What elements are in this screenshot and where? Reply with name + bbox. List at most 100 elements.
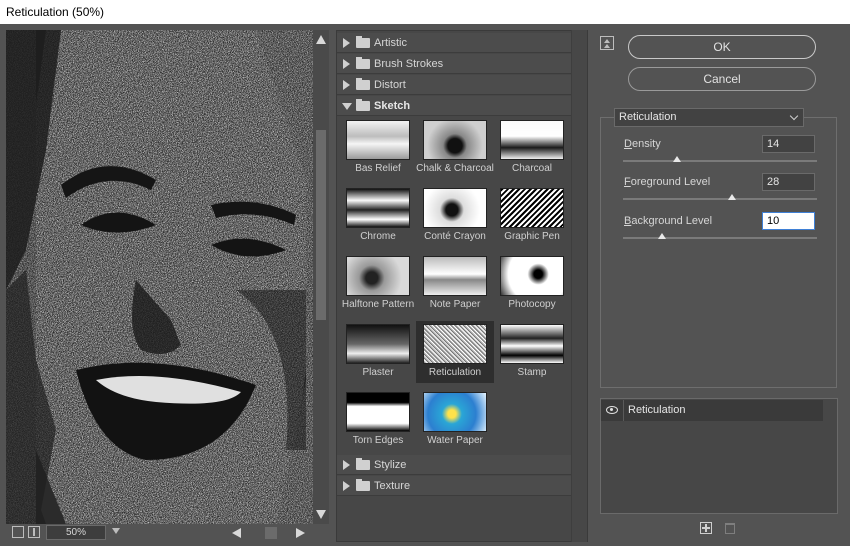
divider (623, 400, 624, 421)
filter-caption: Charcoal (511, 163, 553, 174)
expand-triangle-icon (343, 460, 350, 470)
gallery-scrollbar[interactable] (571, 30, 587, 542)
category-sketch[interactable]: Sketch (337, 96, 571, 116)
ok-button[interactable]: OK (628, 35, 816, 59)
preview-vertical-scrollbar[interactable] (313, 30, 329, 524)
filter-preview-image (500, 120, 564, 160)
filter-caption: Bas Relief (355, 163, 401, 174)
density-accelerator: D (624, 138, 632, 150)
filter-thumb-reticulation[interactable]: Reticulation (416, 321, 494, 383)
foreground-level-input[interactable]: 28 (762, 173, 815, 191)
foreground-level-label-text: oreground Level (630, 176, 711, 188)
filter-preview-image (500, 324, 564, 364)
foreground-level-accelerator: F (624, 176, 631, 188)
filter-thumb-chalk-charcoal[interactable]: Chalk & Charcoal (416, 117, 494, 179)
filter-thumb-plaster[interactable]: Plaster (339, 321, 417, 383)
density-input[interactable]: 14 (762, 135, 815, 153)
filter-thumb-torn-edges[interactable]: Torn Edges (339, 389, 417, 451)
collapse-gallery-button[interactable] (600, 36, 614, 50)
category-brush-strokes[interactable]: Brush Strokes (337, 54, 571, 74)
horizontal-scroll-thumb[interactable] (265, 527, 277, 539)
filter-preview-image (423, 324, 487, 364)
zoom-dropdown-icon[interactable] (112, 528, 120, 534)
filter-thumb-bas-relief[interactable]: Bas Relief (339, 117, 417, 179)
background-level-slider-knob[interactable] (657, 233, 666, 239)
scroll-left-arrow-icon[interactable] (232, 528, 241, 538)
filter-caption: Stamp (517, 367, 547, 378)
reticulated-portrait (6, 30, 313, 524)
filter-preview-image (423, 392, 487, 432)
category-distort[interactable]: Distort (337, 75, 571, 95)
zoom-level-field[interactable]: 50% (46, 525, 106, 540)
folder-icon (356, 57, 370, 69)
folder-icon (356, 99, 370, 111)
scroll-thumb[interactable] (316, 130, 326, 320)
filter-preview-image (346, 120, 410, 160)
scroll-right-arrow-icon[interactable] (296, 528, 305, 538)
filter-thumb-stamp[interactable]: Stamp (493, 321, 571, 383)
cancel-button[interactable]: Cancel (628, 67, 816, 91)
scroll-down-arrow-icon[interactable] (316, 510, 326, 519)
filter-preview-image (346, 188, 410, 228)
folder-icon (356, 479, 370, 491)
filter-caption: Chalk & Charcoal (416, 163, 494, 174)
filter-thumb-cont-crayon[interactable]: Conté Crayon (416, 185, 494, 247)
window-title: Reticulation (50%) (0, 0, 850, 24)
background-level-label: Background Level (624, 215, 712, 227)
filter-select-value: Reticulation (619, 111, 677, 123)
zoom-out-button[interactable] (12, 526, 24, 538)
zoom-in-button[interactable] (28, 526, 40, 538)
filter-thumb-chrome[interactable]: Chrome (339, 185, 417, 247)
filter-caption: Torn Edges (352, 435, 404, 446)
filter-preview-image (423, 120, 487, 160)
filter-preview-image (500, 188, 564, 228)
density-slider-knob[interactable] (673, 156, 682, 162)
effect-layer-row[interactable]: Reticulation (601, 400, 823, 421)
filter-preview-image (423, 188, 487, 228)
preview-bottom-bar: 50% (6, 524, 329, 542)
density-label-text: ensity (631, 138, 661, 150)
background-level-label-text: ackground Level (631, 215, 713, 227)
filter-gallery: Artistic Brush Strokes Distort Sketch Ba… (336, 30, 588, 542)
foreground-level-slider-knob[interactable] (727, 194, 736, 200)
expand-triangle-icon (343, 481, 350, 491)
filter-caption: Chrome (360, 231, 396, 242)
filter-thumb-photocopy[interactable]: Photocopy (493, 253, 571, 315)
filter-caption: Reticulation (428, 367, 482, 378)
density-label: Density (624, 138, 661, 150)
filter-preview-image (346, 324, 410, 364)
filter-thumb-note-paper[interactable]: Note Paper (416, 253, 494, 315)
filter-caption: Graphic Pen (504, 231, 560, 242)
category-stylize[interactable]: Stylize (337, 455, 571, 475)
filter-select[interactable]: Reticulation (614, 108, 804, 127)
filter-thumb-charcoal[interactable]: Charcoal (493, 117, 571, 179)
trash-icon[interactable] (725, 523, 735, 534)
expand-triangle-icon (343, 59, 350, 69)
folder-icon (356, 36, 370, 48)
filter-thumb-halftone-pattern[interactable]: Halftone Pattern (339, 253, 417, 315)
background-level-input[interactable]: 10 (762, 212, 815, 230)
category-texture[interactable]: Texture (337, 476, 571, 496)
category-artistic[interactable]: Artistic (337, 33, 571, 53)
folder-icon (356, 78, 370, 90)
filter-caption: Halftone Pattern (341, 299, 415, 310)
foreground-level-slider-track[interactable] (623, 198, 817, 200)
filter-caption: Note Paper (429, 299, 481, 310)
filter-preview-image (500, 256, 564, 296)
filter-settings-panel (600, 117, 837, 388)
expand-triangle-icon (343, 38, 350, 48)
filter-caption: Plaster (362, 367, 394, 378)
filter-preview-image (346, 392, 410, 432)
background-level-slider-track[interactable] (623, 237, 817, 239)
preview-image[interactable] (6, 30, 313, 524)
filter-preview-image (423, 256, 487, 296)
foreground-level-label: Foreground Level (624, 176, 710, 188)
density-slider-track[interactable] (623, 160, 817, 162)
eye-icon[interactable] (606, 406, 618, 414)
collapse-triangle-icon (342, 103, 352, 110)
expand-triangle-icon (343, 80, 350, 90)
filter-thumb-water-paper[interactable]: Water Paper (416, 389, 494, 451)
filter-thumb-graphic-pen[interactable]: Graphic Pen (493, 185, 571, 247)
new-effect-layer-icon[interactable] (700, 522, 712, 534)
scroll-up-arrow-icon[interactable] (316, 35, 326, 44)
